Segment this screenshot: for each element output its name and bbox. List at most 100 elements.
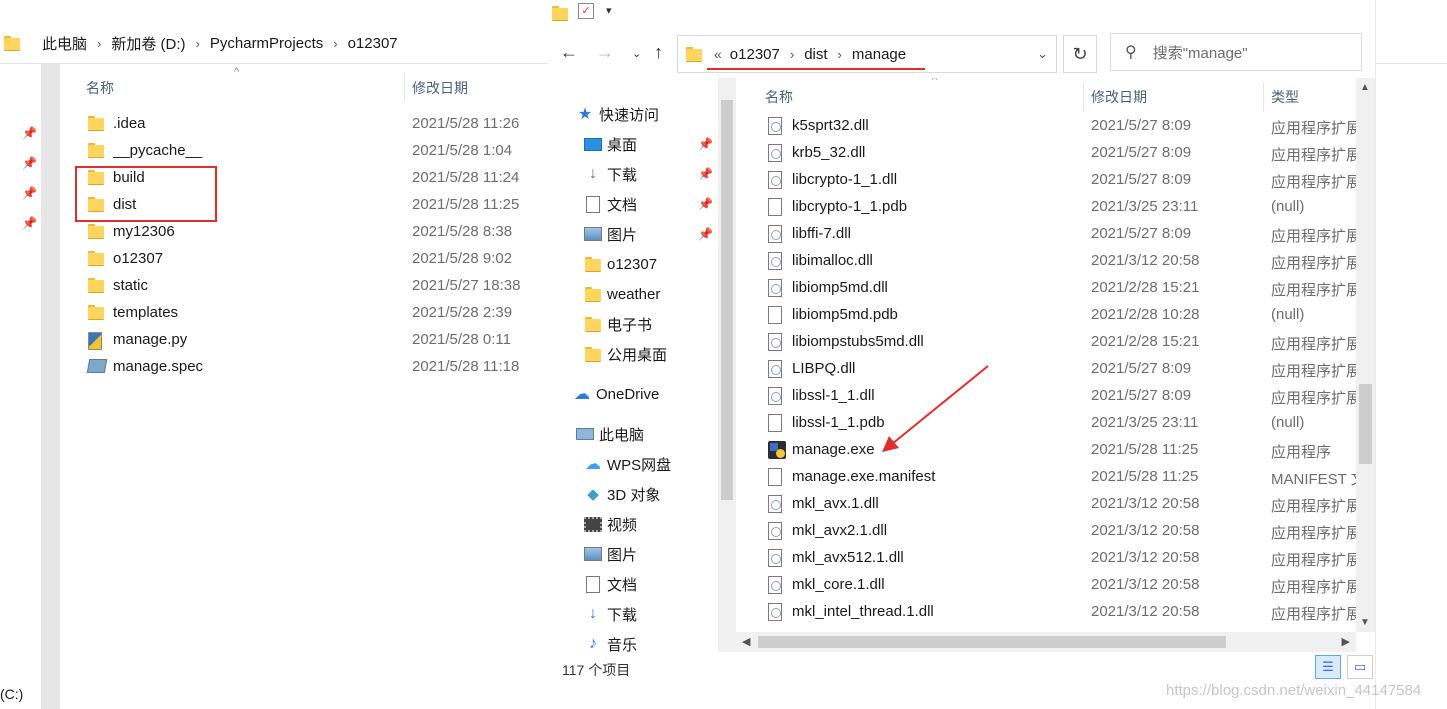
properties-icon[interactable]: ✓ — [578, 3, 594, 19]
table-row[interactable]: mkl_intel_thread.1.dll 2021/3/12 20:58 应用程… — [736, 599, 1356, 626]
table-row[interactable]: LIBPQ.dll 2021/5/27 8:09 应用程序扩展 — [736, 356, 1356, 383]
table-row[interactable]: libimalloc.dll 2021/3/12 20:58 应用程序扩展 — [736, 248, 1356, 275]
nav-item[interactable]: 电子书 — [548, 310, 718, 338]
table-row[interactable]: libssl-1_1.dll 2021/5/27 8:09 应用程序扩展 — [736, 383, 1356, 410]
column-name[interactable]: 名称 — [86, 78, 114, 98]
table-row[interactable]: libiomp5md.pdb 2021/2/28 10:28 (null) — [736, 302, 1356, 329]
list-item[interactable]: __pycache__ 2021/5/28 1:04 — [60, 138, 548, 165]
forward-arrow-icon[interactable]: → — [596, 42, 614, 63]
file-name: libcrypto-1_1.dll — [792, 171, 898, 188]
breadcrumb-item[interactable]: o12307 — [348, 35, 398, 52]
file-date: 2021/5/27 8:09 — [1091, 225, 1192, 242]
column-divider[interactable] — [1083, 82, 1084, 112]
list-item[interactable]: static 2021/5/27 18:38 — [60, 273, 548, 300]
back-arrow-icon[interactable]: ← — [560, 42, 578, 63]
pin-icon[interactable]: 📌 — [698, 137, 713, 151]
file-date: 2021/5/27 8:09 — [1091, 171, 1192, 188]
chevron-down-icon[interactable]: ⌄ — [1037, 46, 1048, 62]
table-row[interactable]: libiomp5md.dll 2021/2/28 15:21 应用程序扩展 — [736, 275, 1356, 302]
column-divider[interactable] — [404, 72, 405, 102]
table-row[interactable]: libcrypto-1_1.pdb 2021/3/25 23:11 (null) — [736, 194, 1356, 221]
up-arrow-icon[interactable]: ↑ — [654, 42, 663, 63]
list-item[interactable]: my12306 2021/5/28 8:38 — [60, 219, 548, 246]
left-address-bar[interactable]: 此电脑 › 新加卷 (D:) › PycharmProjects › o12307 — [0, 24, 548, 64]
table-row[interactable]: mkl_avx512.1.dll 2021/3/12 20:58 应用程序扩展 — [736, 545, 1356, 572]
list-item[interactable]: .idea 2021/5/28 11:26 — [60, 111, 548, 138]
breadcrumb-item[interactable]: 新加卷 (D:) › — [111, 33, 210, 54]
nav-item[interactable]: o12307 — [548, 250, 718, 278]
table-row[interactable]: manage.exe.manifest 2021/5/28 11:25 MANIFE… — [736, 464, 1356, 491]
refresh-button[interactable]: ↻ — [1063, 35, 1097, 73]
table-row[interactable]: krb5_32.dll 2021/5/27 8:09 应用程序扩展 — [736, 140, 1356, 167]
table-row[interactable]: mkl_avx.1.dll 2021/3/12 20:58 应用程序扩展 — [736, 491, 1356, 518]
table-row[interactable]: mkl_avx2.1.dll 2021/3/12 20:58 应用程序扩展 — [736, 518, 1356, 545]
column-date[interactable]: 修改日期 — [1091, 87, 1147, 107]
nav-item[interactable]: 视频 — [548, 510, 718, 538]
list-vertical-scrollbar[interactable]: ▲ ▼ — [1356, 78, 1375, 632]
dll-icon — [768, 549, 782, 567]
list-item[interactable]: manage.py 2021/5/28 0:11 — [60, 327, 548, 354]
nav-item[interactable]: ☁ WPS网盘 — [548, 450, 718, 478]
list-item[interactable]: manage.spec 2021/5/28 11:18 — [60, 354, 548, 381]
scroll-thumb[interactable] — [1359, 384, 1372, 464]
scroll-up-icon[interactable]: ▲ — [1360, 82, 1370, 93]
scroll-thumb[interactable] — [758, 636, 1226, 648]
customize-toolbar-icon[interactable]: ▾ — [606, 4, 612, 17]
overflow-chevron-icon[interactable]: « — [714, 46, 722, 62]
right-column-header: ^ 名称 修改日期 类型 — [736, 78, 1375, 114]
nav-item[interactable]: ☁ OneDrive — [548, 380, 718, 408]
table-row[interactable]: k5sprt32.dll 2021/5/27 8:09 应用程序扩展 — [736, 113, 1356, 140]
nav-item[interactable]: weather — [548, 280, 718, 308]
breadcrumb-item[interactable]: manage — [852, 46, 906, 63]
breadcrumb-item[interactable]: dist › — [804, 46, 852, 63]
nav-item[interactable]: ♪ 音乐 — [548, 630, 718, 658]
scroll-right-icon[interactable]: ▶ — [1342, 635, 1350, 648]
nav-item[interactable]: ◆ 3D 对象 — [548, 480, 718, 508]
pin-icon[interactable]: 📌 — [698, 197, 713, 211]
nav-item[interactable]: 图片 📌 — [548, 220, 718, 248]
column-name[interactable]: 名称 — [765, 87, 793, 107]
nav-item[interactable]: 桌面 📌 — [548, 130, 718, 158]
nav-item-label: o12307 — [607, 255, 658, 273]
list-item[interactable]: o12307 2021/5/28 9:02 — [60, 246, 548, 273]
nav-item[interactable]: 图片 — [548, 540, 718, 568]
list-item[interactable]: templates 2021/5/28 2:39 — [60, 300, 548, 327]
file-name: libssl-1_1.pdb — [792, 414, 885, 431]
drive-label[interactable]: (C:) — [0, 686, 23, 702]
breadcrumb-item[interactable]: 此电脑 › — [42, 33, 111, 54]
breadcrumb-item[interactable]: PycharmProjects › — [210, 35, 348, 52]
column-date[interactable]: 修改日期 — [412, 78, 468, 98]
folder-icon — [88, 278, 106, 294]
file-name: mkl_intel_thread.1.dll — [792, 603, 934, 620]
file-date: 2021/5/28 0:11 — [412, 331, 511, 348]
table-row[interactable]: libcrypto-1_1.dll 2021/5/27 8:09 应用程序扩展 — [736, 167, 1356, 194]
list-horizontal-scrollbar[interactable]: ◀ ▶ — [736, 632, 1356, 652]
column-divider[interactable] — [1263, 82, 1264, 112]
pin-icon[interactable]: 📌 — [698, 167, 713, 181]
left-nav-scrollbar[interactable] — [41, 64, 60, 709]
scroll-left-icon[interactable]: ◀ — [742, 635, 750, 648]
nav-item[interactable]: 文档 — [548, 570, 718, 598]
nav-item[interactable]: 文档 📌 — [548, 190, 718, 218]
search-input[interactable]: ⚲ 搜索"manage" — [1110, 33, 1362, 71]
table-row[interactable]: libiompstubs5md.dll 2021/2/28 15:21 应用程序扩展 — [736, 329, 1356, 356]
details-view-button[interactable]: ☰ — [1315, 655, 1341, 679]
nav-item[interactable]: ★ 快速访问 — [548, 100, 718, 128]
nav-item[interactable]: 公用桌面 — [548, 340, 718, 368]
dll-icon — [768, 360, 782, 378]
table-row[interactable]: libffi-7.dll 2021/5/27 8:09 应用程序扩展 — [736, 221, 1356, 248]
scroll-thumb[interactable] — [721, 100, 733, 500]
nav-scrollbar[interactable] — [718, 78, 736, 652]
pin-icon[interactable]: 📌 — [698, 227, 713, 241]
table-row[interactable]: manage.exe 2021/5/28 11:25 应用程序 — [736, 437, 1356, 464]
breadcrumb-item[interactable]: o12307 › — [730, 46, 804, 63]
recent-locations-icon[interactable]: ⌄ — [632, 47, 641, 60]
scroll-down-icon[interactable]: ▼ — [1360, 617, 1370, 628]
nav-item[interactable]: ↓ 下载 — [548, 600, 718, 628]
table-row[interactable]: libssl-1_1.pdb 2021/3/25 23:11 (null) — [736, 410, 1356, 437]
column-type[interactable]: 类型 — [1271, 87, 1299, 107]
nav-item[interactable]: 此电脑 — [548, 420, 718, 448]
nav-item[interactable]: ↓ 下载 📌 — [548, 160, 718, 188]
table-row[interactable]: mkl_core.1.dll 2021/3/12 20:58 应用程序扩展 — [736, 572, 1356, 599]
large-icons-view-button[interactable]: ▭ — [1347, 655, 1373, 679]
